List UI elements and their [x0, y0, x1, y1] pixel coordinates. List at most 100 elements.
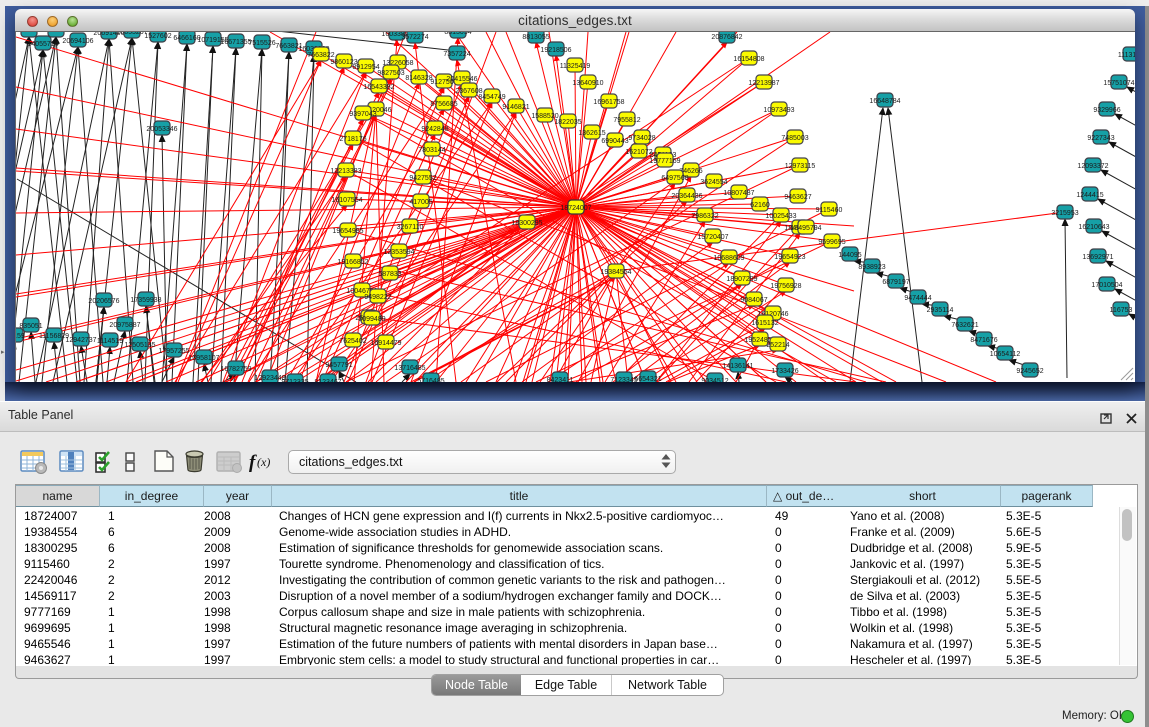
svg-text:9329966: 9329966	[1093, 107, 1120, 114]
svg-text:8423411: 8423411	[547, 377, 574, 382]
svg-text:13640910: 13640910	[572, 80, 603, 87]
svg-text:9397043: 9397043	[349, 111, 376, 118]
svg-text:16107554: 16107554	[331, 197, 362, 204]
svg-text:19384554: 19384554	[600, 269, 631, 276]
svg-text:19654985: 19654985	[332, 228, 363, 235]
svg-text:(x): (x)	[257, 455, 270, 469]
svg-text:8756685: 8756685	[430, 101, 457, 108]
svg-text:10688609: 10688609	[713, 255, 744, 262]
svg-text:1621072: 1621072	[625, 149, 652, 156]
svg-text:9712335: 9712335	[281, 379, 308, 382]
svg-text:3215953: 3215953	[1051, 210, 1078, 217]
svg-text:9734028: 9734028	[628, 135, 655, 142]
svg-text:9242848: 9242848	[421, 126, 448, 133]
svg-text:19166852: 19166852	[337, 259, 368, 266]
svg-text:f: f	[249, 452, 257, 473]
svg-text:18300295: 18300295	[511, 220, 542, 227]
svg-text:1733426: 1733426	[771, 368, 798, 375]
svg-text:2099489: 2099489	[358, 316, 385, 323]
svg-text:10807487: 10807487	[723, 190, 754, 197]
svg-text:15751074: 15751074	[1103, 80, 1134, 87]
svg-text:19654923: 19654923	[774, 254, 805, 261]
svg-text:9457791: 9457791	[325, 362, 352, 369]
svg-text:11325419: 11325419	[560, 63, 591, 70]
svg-text:5716485: 5716485	[417, 378, 444, 382]
svg-text:8123467: 8123467	[314, 379, 341, 382]
svg-text:7625402: 7625402	[339, 338, 366, 345]
svg-text:18724007: 18724007	[560, 205, 591, 212]
svg-text:1244415: 1244415	[1076, 192, 1103, 199]
svg-text:2935114: 2935114	[927, 307, 954, 314]
svg-text:62160: 62160	[750, 202, 770, 209]
svg-text:7515526: 7515526	[248, 40, 275, 47]
svg-text:6497568: 6497568	[661, 175, 688, 182]
svg-text:13692971: 13692971	[1082, 254, 1113, 261]
svg-text:20694106: 20694106	[62, 38, 93, 45]
svg-text:144095: 144095	[838, 252, 861, 259]
svg-text:3624554: 3624554	[700, 179, 727, 186]
svg-text:8471676: 8471676	[970, 337, 997, 344]
svg-text:6879197: 6879197	[882, 279, 909, 286]
svg-text:10025433: 10025433	[765, 213, 796, 220]
svg-text:9245652: 9245652	[1016, 368, 1043, 375]
svg-text:12213987: 12213987	[748, 80, 779, 87]
svg-text:12942737: 12942737	[65, 337, 96, 344]
svg-text:16154808: 16154808	[733, 56, 764, 63]
svg-text:12353594: 12353594	[383, 249, 414, 256]
svg-text:417005: 417005	[409, 199, 432, 206]
svg-text:9498222: 9498222	[364, 294, 391, 301]
svg-text:116753: 116753	[1110, 307, 1133, 314]
svg-text:7357224: 7357224	[443, 51, 470, 58]
svg-text:7803144: 7803144	[418, 147, 445, 154]
svg-text:9827503: 9827503	[377, 70, 404, 77]
svg-text:16961758: 16961758	[593, 99, 624, 106]
svg-text:7485003: 7485003	[781, 135, 808, 142]
svg-text:16782759: 16782759	[220, 366, 251, 373]
svg-text:835051: 835051	[19, 323, 42, 330]
svg-text:13716485: 13716485	[394, 365, 425, 372]
svg-text:8912954: 8912954	[352, 64, 379, 71]
svg-text:12213383: 12213383	[330, 168, 361, 175]
svg-text:14136141: 14136141	[722, 363, 753, 370]
svg-text:20876842: 20876842	[711, 34, 742, 41]
svg-text:8813055: 8813055	[522, 34, 549, 41]
svg-text:18907299: 18907299	[726, 276, 757, 283]
svg-text:9463627: 9463627	[784, 194, 811, 201]
svg-text:8146328: 8146328	[405, 75, 432, 82]
svg-text:19218506: 19218506	[540, 47, 571, 54]
svg-text:8938923: 8938923	[858, 264, 885, 271]
svg-text:9115460: 9115460	[816, 207, 843, 214]
svg-text:9427552: 9427552	[409, 175, 436, 182]
svg-text:6990443: 6990443	[601, 138, 628, 145]
svg-text:18495794: 18495794	[790, 225, 821, 232]
svg-text:1822035: 1822035	[554, 119, 581, 126]
svg-text:16648784: 16648784	[869, 98, 900, 105]
svg-text:7632621: 7632621	[951, 322, 978, 329]
svg-text:39159: 39159	[16, 333, 25, 340]
svg-text:1527602: 1527602	[144, 33, 171, 40]
svg-text:587833: 587833	[378, 271, 401, 278]
svg-text:9227343: 9227343	[1087, 135, 1114, 142]
svg-text:16543382: 16543382	[363, 84, 394, 91]
svg-text:19777169: 19777169	[649, 158, 680, 165]
svg-text:20975887: 20975887	[109, 322, 140, 329]
svg-text:8813054: 8813054	[444, 32, 471, 36]
svg-text:10958107: 10958107	[188, 355, 219, 362]
svg-text:7986322: 7986322	[691, 213, 718, 220]
svg-text:20053346: 20053346	[146, 126, 177, 133]
svg-text:10653267: 10653267	[116, 32, 147, 36]
svg-text:17957255: 17957255	[158, 348, 189, 355]
svg-text:12093372: 12093372	[1077, 163, 1108, 170]
svg-text:1114519: 1114519	[97, 338, 123, 345]
svg-text:2718176: 2718176	[339, 136, 366, 143]
svg-text:15720407: 15720407	[697, 234, 728, 241]
svg-text:9699695: 9699695	[818, 239, 845, 246]
svg-text:1113141: 1113141	[1118, 52, 1135, 59]
svg-text:9474444: 9474444	[904, 295, 931, 302]
svg-text:12973115: 12973115	[785, 163, 816, 170]
svg-text:9084067: 9084067	[740, 297, 767, 304]
svg-text:17010504: 17010504	[1091, 282, 1122, 289]
svg-text:6654321: 6654321	[634, 376, 661, 382]
svg-text:10654112: 10654112	[990, 351, 1021, 358]
svg-text:20415546: 20415546	[446, 76, 477, 83]
